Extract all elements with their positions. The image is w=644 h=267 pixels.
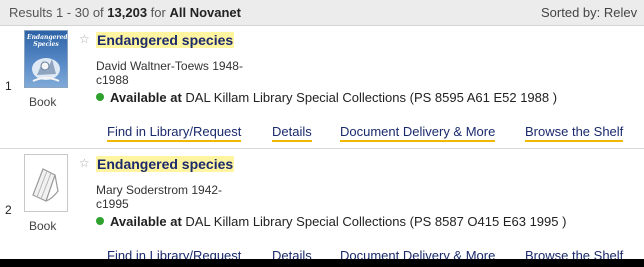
sort-selector[interactable]: Sorted by: Relev xyxy=(541,5,637,20)
document-delivery-link[interactable]: Document Delivery & More xyxy=(340,248,495,259)
available-status-icon xyxy=(96,93,104,101)
search-results-page: Results 1 - 30 of 13,203 for All Novanet… xyxy=(0,0,644,259)
details-link[interactable]: Details xyxy=(272,124,312,142)
availability-location: DAL Killam Library Special Collections (… xyxy=(181,90,558,105)
no-cover-thumbnail[interactable] xyxy=(24,154,68,212)
results-total: 13,203 xyxy=(107,5,148,20)
cover-illustration-icon xyxy=(32,58,60,82)
format-label: Book xyxy=(29,219,57,233)
result-record: 2 Book ☆ Endangered species Mary Soderst… xyxy=(0,150,644,259)
results-range: Results 1 - 30 of xyxy=(9,5,104,20)
details-link[interactable]: Details xyxy=(272,248,312,259)
record-number: 1 xyxy=(5,79,12,93)
availability-line: Available at DAL Killam Library Special … xyxy=(96,90,557,105)
browse-shelf-link[interactable]: Browse the Shelf xyxy=(525,248,623,259)
book-placeholder-icon xyxy=(32,168,59,202)
availability-label: Available at xyxy=(110,214,182,229)
record-date: c1988 xyxy=(96,73,129,87)
cover-title-text: Endangered Species xyxy=(27,34,68,48)
results-header: Results 1 - 30 of 13,203 for All Novanet… xyxy=(0,0,644,26)
available-status-icon xyxy=(96,217,104,225)
availability-line: Available at DAL Killam Library Special … xyxy=(96,214,566,229)
record-date: c1995 xyxy=(96,197,129,211)
document-delivery-link[interactable]: Document Delivery & More xyxy=(340,124,496,142)
record-title-link[interactable]: Endangered species xyxy=(96,156,235,172)
result-record: 1 Endangered Species Book ☆ Endangered s… xyxy=(0,26,644,149)
favorite-star-icon[interactable]: ☆ xyxy=(79,156,90,170)
results-summary: Results 1 - 30 of 13,203 for All Novanet xyxy=(9,5,241,20)
availability-label: Available at xyxy=(110,90,182,105)
results-scope: All Novanet xyxy=(169,5,241,20)
record-author: Mary Soderstrom 1942- xyxy=(96,183,223,197)
results-for: for xyxy=(150,5,166,20)
book-cover-thumbnail[interactable]: Endangered Species xyxy=(24,30,68,88)
browse-shelf-link[interactable]: Browse the Shelf xyxy=(525,124,624,142)
availability-location: DAL Killam Library Special Collections (… xyxy=(181,214,567,229)
find-in-library-link[interactable]: Find in Library/Request xyxy=(107,248,241,259)
favorite-star-icon[interactable]: ☆ xyxy=(79,32,90,46)
record-number: 2 xyxy=(5,203,12,217)
record-title-link[interactable]: Endangered species xyxy=(96,32,235,48)
record-author: David Waltner-Toews 1948- xyxy=(96,59,243,73)
find-in-library-link[interactable]: Find in Library/Request xyxy=(107,124,242,142)
format-label: Book xyxy=(29,95,57,109)
